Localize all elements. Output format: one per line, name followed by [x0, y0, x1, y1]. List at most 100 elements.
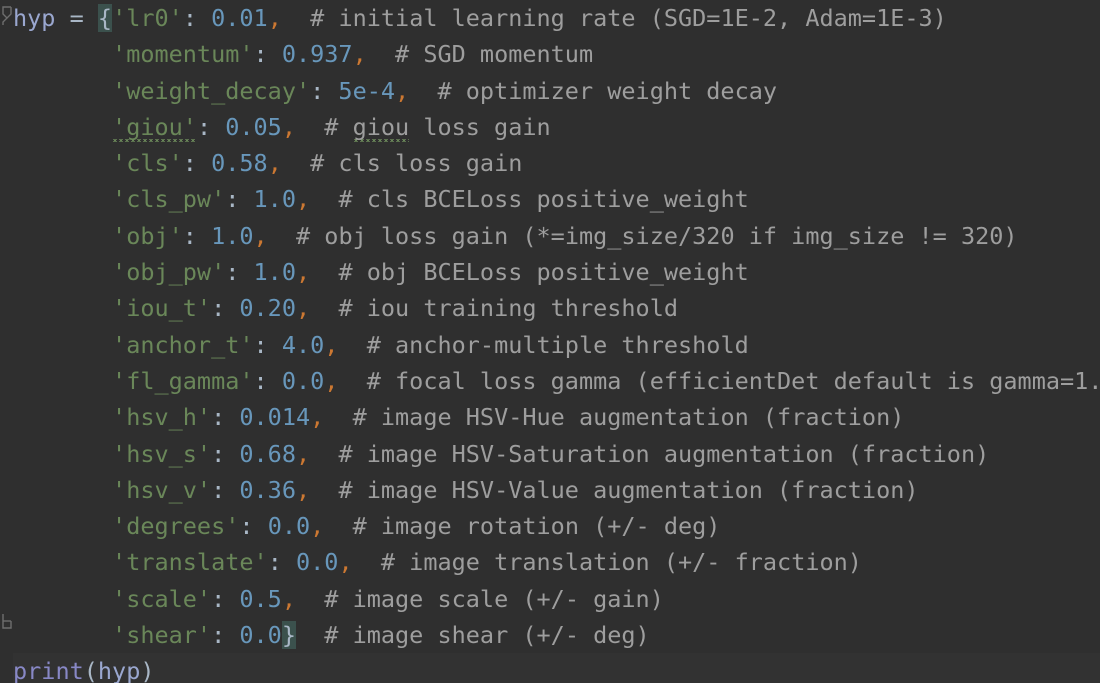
- comma: ,: [324, 330, 339, 359]
- fold-marker-expanded-bottom[interactable]: [0, 612, 13, 634]
- code-line-obj-pw[interactable]: 'obj_pw': 1.0, # obj BCELoss positive_we…: [0, 254, 1100, 290]
- dict-key-lr0: 'lr0': [112, 4, 183, 32]
- dict-key-giou: 'giou': [112, 112, 197, 141]
- comma: ,: [267, 149, 282, 178]
- close-brace: }: [281, 621, 296, 650]
- dict-value-fl-gamma: 0.0: [281, 366, 325, 395]
- comment-iou-t: # iou training threshold: [338, 294, 678, 323]
- code-line-cls-pw[interactable]: 'cls_pw': 1.0, # cls BCELoss positive_we…: [0, 181, 1100, 217]
- dict-value-lr0: 0.01: [211, 4, 268, 32]
- comma: ,: [295, 475, 311, 504]
- colon: :: [225, 185, 254, 214]
- code-line-cls[interactable]: 'cls': 0.58, # cls loss gain: [0, 145, 1100, 181]
- code-line-giou[interactable]: 'giou': 0.05, # giou loss gain: [0, 109, 1100, 145]
- argument-hyp: hyp: [97, 657, 141, 683]
- comma: ,: [338, 548, 353, 577]
- dict-key-anchor-t: 'anchor_t': [112, 330, 254, 359]
- dict-value-obj: 1.0: [211, 221, 254, 250]
- code-content[interactable]: hyp = {'lr0': 0.01, # initial learning r…: [0, 0, 1100, 683]
- comment-hsv-h: # image HSV-Hue augmentation (fraction): [352, 403, 905, 432]
- dict-value-obj-pw: 1.0: [253, 258, 296, 287]
- comma: ,: [352, 40, 367, 69]
- dict-value-degrees: 0.0: [267, 512, 311, 541]
- dict-key-degrees: 'degrees': [112, 512, 240, 541]
- dict-key-scale: 'scale': [112, 584, 212, 613]
- assign-operator: =: [55, 4, 98, 32]
- comment-anchor-t: # anchor-multiple threshold: [366, 330, 749, 359]
- code-line-momentum[interactable]: 'momentum': 0.937, # SGD momentum: [0, 36, 1100, 72]
- code-line-print[interactable]: print(hyp): [0, 653, 1100, 683]
- comma: ,: [395, 76, 410, 105]
- colon: :: [253, 366, 282, 395]
- dict-key-momentum: 'momentum': [112, 40, 254, 69]
- dict-key-hsv-s: 'hsv_s': [112, 439, 212, 468]
- comma: ,: [253, 221, 268, 250]
- dict-value-scale: 0.5: [239, 584, 282, 613]
- dict-key-hsv-v: 'hsv_v': [112, 475, 212, 504]
- dict-value-momentum: 0.937: [281, 40, 353, 69]
- editor-viewport: hyp = {'lr0': 0.01, # initial learning r…: [0, 0, 1100, 683]
- dict-value-translate: 0.0: [295, 548, 339, 577]
- dict-key-obj: 'obj': [112, 221, 183, 250]
- code-line-fl-gamma[interactable]: 'fl_gamma': 0.0, # focal loss gamma (eff…: [0, 363, 1100, 399]
- code-line-scale[interactable]: 'scale': 0.5, # image scale (+/- gain): [0, 581, 1100, 617]
- comment-translate: # image translation (+/- fraction): [380, 548, 862, 577]
- code-line-obj[interactable]: 'obj': 1.0, # obj loss gain (*=img_size/…: [0, 218, 1100, 254]
- colon: :: [225, 258, 254, 287]
- comment-scale: # image scale (+/- gain): [324, 584, 664, 613]
- code-line-degrees[interactable]: 'degrees': 0.0, # image rotation (+/- de…: [0, 508, 1100, 544]
- comma: ,: [310, 403, 325, 432]
- comment-weight-decay: # optimizer weight decay: [437, 76, 778, 105]
- editor-gutter[interactable]: [0, 0, 13, 683]
- dict-key-fl-gamma: 'fl_gamma': [112, 366, 254, 395]
- dict-key-obj-pw: 'obj_pw': [112, 258, 226, 287]
- colon: :: [211, 475, 240, 504]
- code-line-lr0[interactable]: hyp = {'lr0': 0.01, # initial learning r…: [0, 0, 1100, 36]
- comma: ,: [295, 294, 311, 323]
- comment-giou-rest: loss gain: [409, 112, 551, 141]
- comment-giou: # giou loss gain: [324, 112, 551, 143]
- comma: ,: [324, 366, 339, 395]
- code-line-weight-decay[interactable]: 'weight_decay': 5e-4, # optimizer weight…: [0, 73, 1100, 109]
- code-line-shear[interactable]: 'shear': 0.0} # image shear (+/- deg): [0, 617, 1100, 653]
- code-line-hsv-v[interactable]: 'hsv_v': 0.36, # image HSV-Value augment…: [0, 472, 1100, 508]
- comma: ,: [295, 439, 311, 468]
- code-line-iou-t[interactable]: 'iou_t': 0.20, # iou training threshold: [0, 290, 1100, 326]
- colon: :: [182, 149, 212, 178]
- code-line-translate[interactable]: 'translate': 0.0, # image translation (+…: [0, 544, 1100, 580]
- colon: :: [239, 512, 268, 541]
- colon: :: [196, 112, 226, 141]
- dict-key-weight-decay: 'weight_decay': [112, 76, 311, 105]
- dict-key-translate: 'translate': [112, 548, 268, 577]
- dict-value-weight-decay: 5e-4: [338, 76, 396, 105]
- fold-marker-expanded-top[interactable]: [0, 5, 13, 27]
- colon: :: [182, 4, 212, 32]
- code-line-hsv-s[interactable]: 'hsv_s': 0.68, # image HSV-Saturation au…: [0, 436, 1100, 472]
- comment-fl-gamma: # focal loss gamma (efficientDet default…: [366, 366, 1100, 395]
- dict-key-cls: 'cls': [112, 149, 183, 178]
- code-editor[interactable]: hyp = {'lr0': 0.01, # initial learning r…: [0, 0, 1100, 683]
- comment-lr0: # initial learning rate (SGD=1E-2, Adam=…: [310, 4, 947, 32]
- colon: :: [267, 548, 296, 577]
- comma: ,: [310, 512, 325, 541]
- code-line-hsv-h[interactable]: 'hsv_h': 0.014, # image HSV-Hue augmenta…: [0, 399, 1100, 435]
- typo-word-giou: giou: [352, 112, 410, 141]
- comma: ,: [295, 258, 311, 287]
- code-line-anchor-t[interactable]: 'anchor_t': 4.0, # anchor-multiple thres…: [0, 327, 1100, 363]
